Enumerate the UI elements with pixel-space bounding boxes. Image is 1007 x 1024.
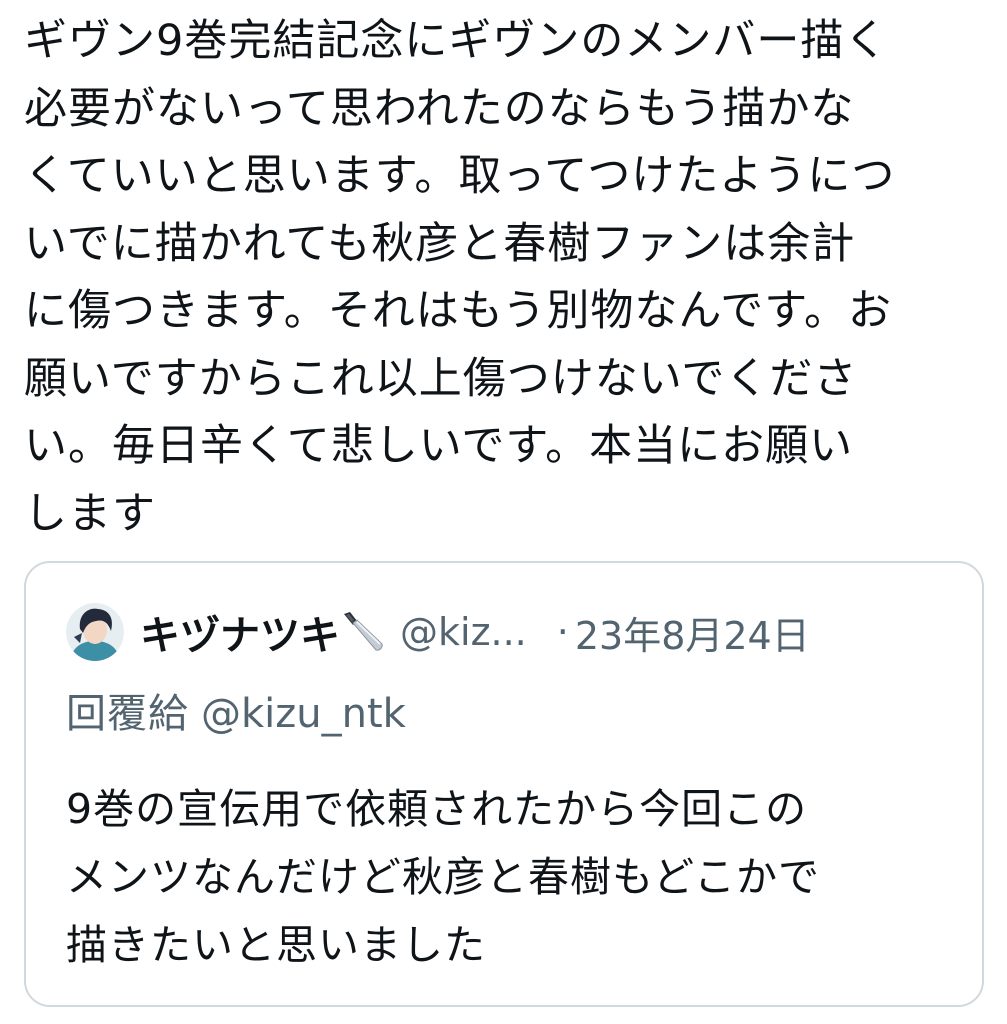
reply-to-label: 回覆給 [66, 691, 189, 737]
reply-to-line: 回覆給 @kizu_ntk [66, 681, 406, 739]
quoted-tweet-card[interactable]: キヅナツキ @kiz... · 23年8月24日 回覆給 @kizu_ntk 9巻… [24, 561, 984, 1007]
kitchen-knife-icon [342, 610, 384, 654]
tweet-text: ギヴン9巻完結記念にギヴンのメンバー描く 必要がないって思われたのならもう描かな… [24, 16, 896, 539]
quoted-tweet-text: 9巻の宣伝用で依頼されたから今回この メンツなんだけど秋彦と春樹もどこかで 描き… [66, 785, 820, 969]
separator-dot: · [556, 610, 569, 654]
quoted-author-name[interactable]: キヅナツキ [140, 603, 340, 661]
reply-to-handle[interactable]: @kizu_ntk [201, 691, 406, 737]
user-avatar-icon[interactable] [66, 603, 124, 661]
quoted-author-handle[interactable]: @kiz... [400, 610, 527, 654]
quoted-tweet-header: キヅナツキ @kiz... · 23年8月24日 [66, 599, 810, 665]
post-date[interactable]: 23年8月24日 [575, 605, 810, 660]
